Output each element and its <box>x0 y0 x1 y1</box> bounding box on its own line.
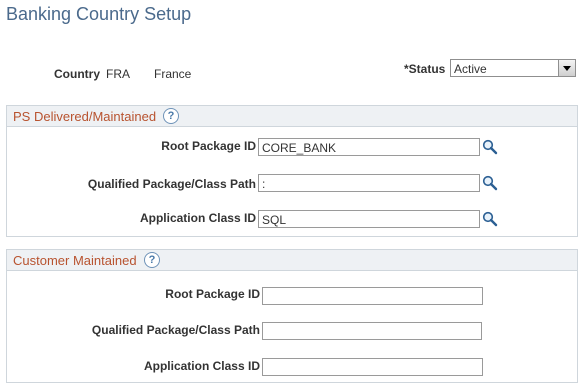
delivered-class-path-label: Qualified Package/Class Path <box>87 177 256 191</box>
chevron-down-icon[interactable] <box>558 60 575 76</box>
status-select[interactable]: Active <box>450 59 576 77</box>
country-label: Country <box>54 67 100 81</box>
lookup-icon[interactable] <box>482 139 498 155</box>
customer-class-path-label: Qualified Package/Class Path <box>91 323 260 337</box>
lookup-icon[interactable] <box>482 211 498 227</box>
customer-app-class-label: Application Class ID <box>143 359 260 373</box>
help-icon[interactable]: ? <box>144 252 160 268</box>
delivered-group-header: PS Delivered/Maintained ? <box>7 106 577 127</box>
delivered-app-class-input[interactable]: SQL <box>258 210 480 228</box>
customer-app-class-input[interactable] <box>262 358 483 376</box>
delivered-root-package-value: CORE_BANK <box>262 141 337 155</box>
customer-root-package-input[interactable] <box>262 287 483 305</box>
delivered-class-path-value: : <box>262 177 266 191</box>
customer-class-path-input[interactable] <box>262 322 482 340</box>
status-value: Active <box>454 62 487 76</box>
delivered-root-package-input[interactable]: CORE_BANK <box>258 138 480 156</box>
delivered-class-path-input[interactable]: : <box>258 174 480 192</box>
delivered-root-package-label: Root Package ID <box>161 139 256 153</box>
page-title: Banking Country Setup <box>6 4 192 24</box>
customer-root-package-label: Root Package ID <box>165 287 260 301</box>
status-label: *Status <box>404 62 446 76</box>
delivered-app-class-value: SQL <box>262 213 287 227</box>
customer-group-title: Customer Maintained <box>13 253 137 268</box>
customer-group-header: Customer Maintained ? <box>7 250 577 271</box>
country-name: France <box>154 67 192 81</box>
country-code: FRA <box>106 67 130 81</box>
delivered-group-title: PS Delivered/Maintained <box>13 109 157 124</box>
delivered-app-class-label: Application Class ID <box>139 211 256 225</box>
help-icon[interactable]: ? <box>163 108 179 124</box>
lookup-icon[interactable] <box>482 175 498 191</box>
